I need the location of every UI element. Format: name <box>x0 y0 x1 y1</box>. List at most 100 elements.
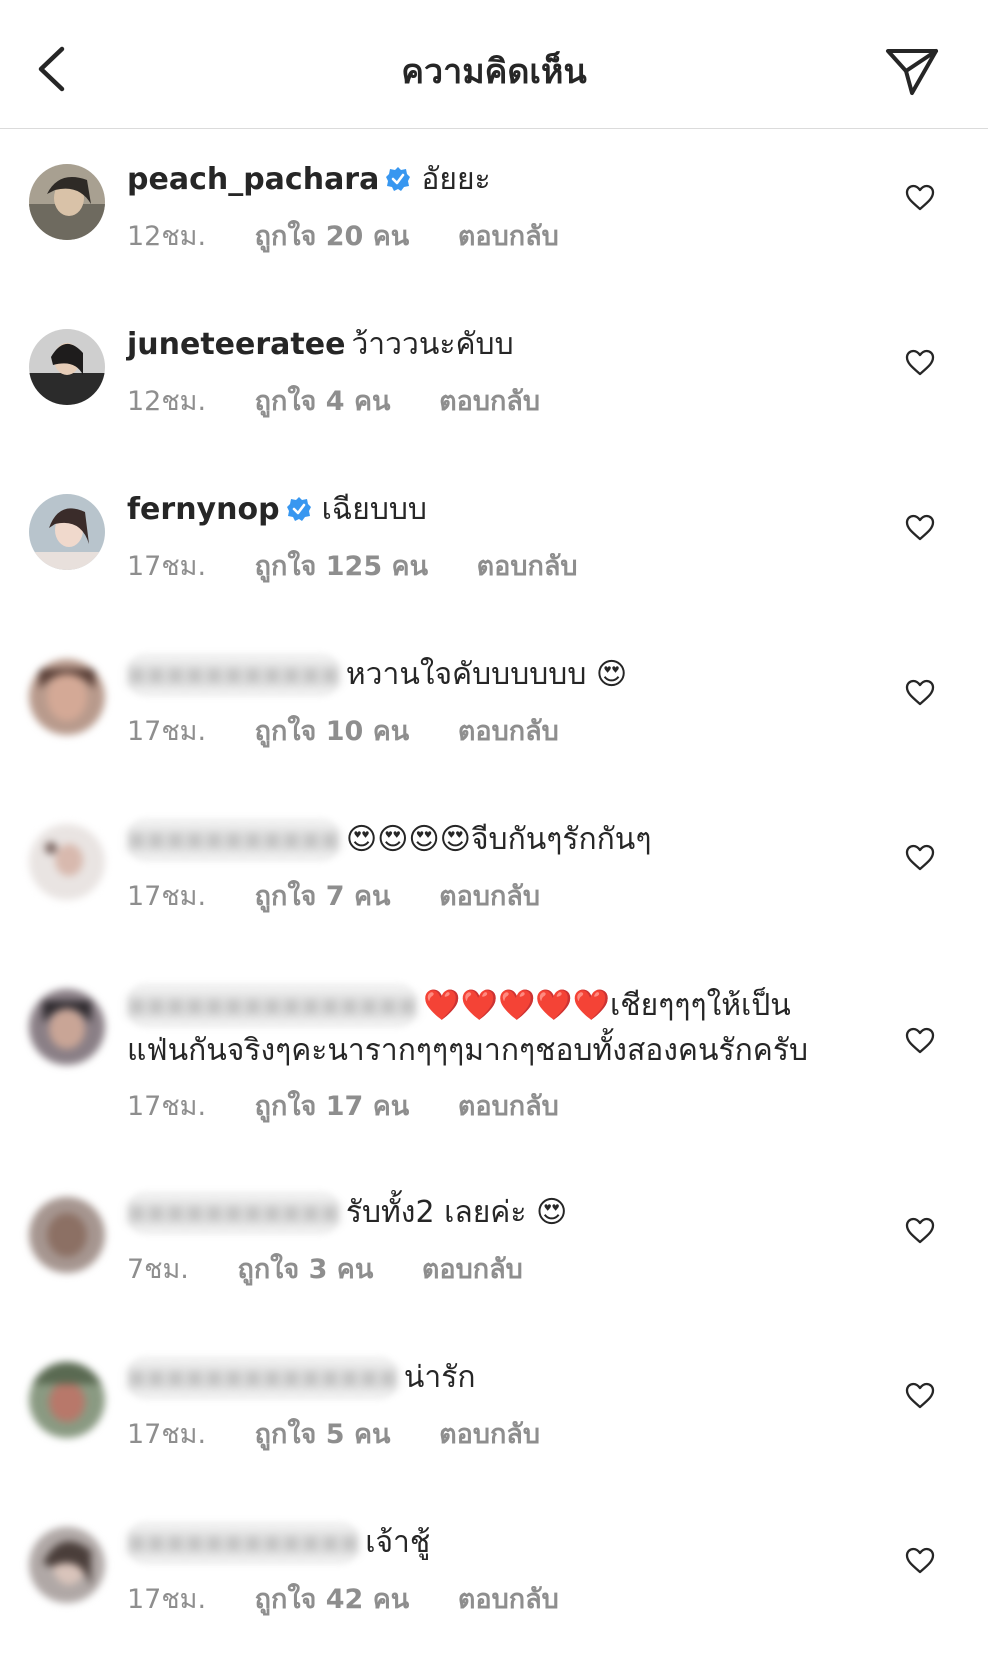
like-button[interactable] <box>902 1213 938 1247</box>
reply-button[interactable]: ตอบกลับ <box>439 1419 540 1450</box>
reply-button[interactable]: ตอบกลับ <box>458 716 559 747</box>
avatar[interactable] <box>29 659 105 735</box>
avatar[interactable] <box>29 329 105 405</box>
comment-item: xxxxxxxxxxxxxxx ❤️❤️❤️❤️❤️เชียๆๆๆให้เป็นแ… <box>0 953 988 1161</box>
comment-time: 17ชม. <box>127 1419 207 1450</box>
like-button[interactable] <box>902 180 938 214</box>
comment-meta: 17ชม. ถูกใจ 5 คน ตอบกลับ <box>127 1412 580 1455</box>
username-link[interactable]: fernynop <box>127 492 280 527</box>
username-link[interactable]: xxxxxxxxxxxx <box>127 1521 360 1565</box>
avatar[interactable] <box>29 824 105 900</box>
comment-text: เจ้าชู้ <box>365 1525 431 1560</box>
comment-text-line: fernynop เฉียบบบ <box>127 488 888 532</box>
comment-time: 17ชม. <box>127 716 207 747</box>
likes-count[interactable]: ถูกใจ 42 คน <box>255 1584 410 1615</box>
comment-text: รับทั้ง2 เลยค่ะ 😍 <box>345 1195 568 1230</box>
username-link[interactable]: xxxxxxxxxxx <box>127 818 340 862</box>
comment-item: juneteeratee ว้าววนะคับบ 12ชม. ถูกใจ 4 คน… <box>0 293 988 458</box>
like-button[interactable] <box>902 1543 938 1577</box>
comment-meta: 12ชม. ถูกใจ 20 คน ตอบกลับ <box>127 214 599 257</box>
likes-count[interactable]: ถูกใจ 3 คน <box>237 1254 373 1285</box>
likes-count[interactable]: ถูกใจ 5 คน <box>255 1419 391 1450</box>
comment-list: peach_pachara อัยยะ 12ชม. ถูกใจ 20 คน ตอบ… <box>0 128 988 1656</box>
share-button[interactable] <box>880 44 944 100</box>
reply-button[interactable]: ตอบกลับ <box>458 1091 559 1122</box>
reply-button[interactable]: ตอบกลับ <box>477 551 578 582</box>
comment-text: น่ารัก <box>403 1360 476 1395</box>
comment-item: fernynop เฉียบบบ 17ชม. ถูกใจ 125 คน ตอบกล… <box>0 458 988 623</box>
username-link[interactable]: juneteeratee <box>127 327 345 362</box>
avatar[interactable] <box>29 1362 105 1438</box>
comment-text-line: xxxxxxxxxxxxxxx ❤️❤️❤️❤️❤️เชียๆๆๆให้เป็นแ… <box>127 983 818 1073</box>
like-button[interactable] <box>902 345 938 379</box>
likes-count[interactable]: ถูกใจ 4 คน <box>255 386 391 417</box>
comment-text: เฉียบบบ <box>321 492 427 527</box>
comment-item: xxxxxxxxxxx 😍😍😍😍จีบกันๆรักกันๆ 17ชม. ถูกใ… <box>0 788 988 953</box>
comment-text: หวานใจคับบบบบบ 😍 <box>345 657 628 692</box>
page-title: ความคิดเห็น <box>401 52 587 92</box>
like-button[interactable] <box>902 510 938 544</box>
comment-meta: 17ชม. ถูกใจ 17 คน ตอบกลับ <box>127 1084 599 1127</box>
username-link[interactable]: peach_pachara <box>127 162 379 197</box>
comment-time: 17ชม. <box>127 1584 207 1615</box>
likes-count[interactable]: ถูกใจ 20 คน <box>255 221 410 252</box>
heart-outline-icon <box>905 349 935 375</box>
comment-meta: 17ชม. ถูกใจ 10 คน ตอบกลับ <box>127 709 599 752</box>
avatar[interactable] <box>29 1197 105 1273</box>
username-link[interactable]: xxxxxxxxxxx <box>127 1191 340 1235</box>
comment-time: 17ชม. <box>127 881 207 912</box>
reply-button[interactable]: ตอบกลับ <box>458 221 559 252</box>
comment-item: xxxxxxxxxxx รับทั้ง2 เลยค่ะ 😍 7ชม. ถูกใจ … <box>0 1161 988 1326</box>
comment-text-line: juneteeratee ว้าววนะคับบ <box>127 323 888 367</box>
heart-outline-icon <box>905 1217 935 1243</box>
comment-text-line: xxxxxxxxxxxx เจ้าชู้ <box>127 1521 888 1565</box>
comment-meta: 17ชม. ถูกใจ 7 คน ตอบกลับ <box>127 874 580 917</box>
heart-outline-icon <box>905 844 935 870</box>
reply-button[interactable]: ตอบกลับ <box>439 386 540 417</box>
comment-time: 17ชม. <box>127 551 207 582</box>
comment-time: 12ชม. <box>127 386 207 417</box>
reply-button[interactable]: ตอบกลับ <box>422 1254 523 1285</box>
reply-button[interactable]: ตอบกลับ <box>458 1584 559 1615</box>
comment-text: ว้าววนะคับบ <box>351 327 514 362</box>
heart-outline-icon <box>905 1547 935 1573</box>
reply-button[interactable]: ตอบกลับ <box>439 881 540 912</box>
comment-meta: 7ชม. ถูกใจ 3 คน ตอบกลับ <box>127 1247 563 1290</box>
comment-item: xxxxxxxxxxxxxx น่ารัก 17ชม. ถูกใจ 5 คน ตอ… <box>0 1326 988 1491</box>
like-button[interactable] <box>902 675 938 709</box>
likes-count[interactable]: ถูกใจ 7 คน <box>255 881 391 912</box>
comment-item: peach_pachara อัยยะ 12ชม. ถูกใจ 20 คน ตอบ… <box>0 128 988 293</box>
likes-count[interactable]: ถูกใจ 17 คน <box>255 1091 410 1122</box>
heart-outline-icon <box>905 1027 935 1053</box>
verified-badge-icon <box>286 497 311 521</box>
heart-outline-icon <box>905 514 935 540</box>
username-link[interactable]: xxxxxxxxxxxxxx <box>127 1356 398 1400</box>
comment-time: 7ชม. <box>127 1254 189 1285</box>
like-button[interactable] <box>902 1378 938 1412</box>
heart-outline-icon <box>905 1382 935 1408</box>
username-link[interactable]: xxxxxxxxxxx <box>127 653 340 697</box>
comment-time: 17ชม. <box>127 1091 207 1122</box>
like-button[interactable] <box>902 1023 938 1057</box>
comment-text-line: peach_pachara อัยยะ <box>127 158 888 202</box>
comment-text-line: xxxxxxxxxxx หวานใจคับบบบบบ 😍 <box>127 653 888 697</box>
comment-meta: 17ชม. ถูกใจ 125 คน ตอบกลับ <box>127 544 618 587</box>
comment-text: 😍😍😍😍จีบกันๆรักกันๆ <box>345 822 652 857</box>
comment-text-line: xxxxxxxxxxx รับทั้ง2 เลยค่ะ 😍 <box>127 1191 888 1235</box>
avatar[interactable] <box>29 1527 105 1603</box>
comment-text: อัยยะ <box>421 162 491 197</box>
comment-text-line: xxxxxxxxxxx 😍😍😍😍จีบกันๆรักกันๆ <box>127 818 888 862</box>
comment-time: 12ชม. <box>127 221 207 252</box>
username-link[interactable]: xxxxxxxxxxxxxxx <box>127 983 418 1028</box>
likes-count[interactable]: ถูกใจ 10 คน <box>255 716 410 747</box>
heart-outline-icon <box>905 679 935 705</box>
paper-plane-icon <box>886 49 938 95</box>
avatar[interactable] <box>29 164 105 240</box>
avatar[interactable] <box>29 989 105 1065</box>
comment-meta: 17ชม. ถูกใจ 42 คน ตอบกลับ <box>127 1577 599 1620</box>
heart-outline-icon <box>905 184 935 210</box>
avatar[interactable] <box>29 494 105 570</box>
comment-meta: 12ชม. ถูกใจ 4 คน ตอบกลับ <box>127 379 580 422</box>
likes-count[interactable]: ถูกใจ 125 คน <box>255 551 428 582</box>
like-button[interactable] <box>902 840 938 874</box>
